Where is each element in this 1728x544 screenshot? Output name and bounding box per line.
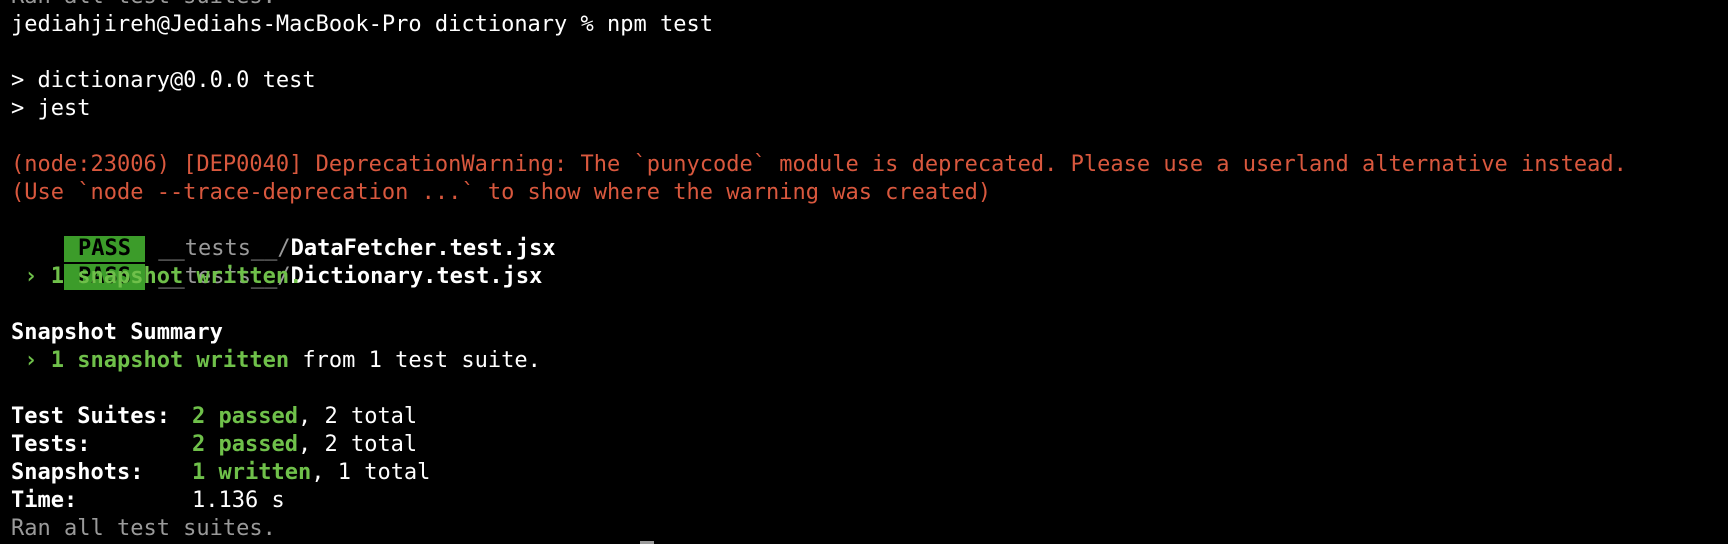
terminal-output[interactable]: Ran all test suites. jediahjireh@Jediahs…: [11, 0, 1728, 544]
stat-label: Time:: [11, 488, 78, 513]
stat-tests: Tests: 2 passed, 2 total: [11, 431, 1728, 459]
snapshot-summary-line: › 1 snapshot written from 1 test suite.: [11, 347, 1728, 375]
test-file: DataFetcher.test.jsx: [290, 236, 556, 261]
deprecation-hint: (Use `node --trace-deprecation ...` to s…: [11, 180, 992, 205]
deprecation-warning: (node:23006) [DEP0040] DeprecationWarnin…: [11, 152, 1627, 177]
pass-badge: PASS: [63, 236, 145, 262]
stat-label: Snapshots:: [11, 460, 144, 485]
stat-passed: 2 passed: [192, 432, 298, 457]
stat-total: , 1 total: [311, 460, 431, 485]
stat-time-value: 1.136 s: [192, 488, 285, 513]
stat-time: Time: 1.136 s: [11, 487, 1728, 515]
npm-script-line: > dictionary@0.0.0 test: [11, 68, 316, 93]
test-result-row: PASS __tests__/DataFetcher.test.jsx: [11, 207, 1728, 262]
stat-total: , 2 total: [297, 404, 418, 429]
test-dir: __tests__/: [158, 236, 291, 261]
stat-total: , 2 total: [297, 432, 418, 457]
stat-passed: 2 passed: [192, 404, 298, 429]
stat-snapshots: Snapshots: 1 written, 1 total: [11, 459, 1728, 487]
snapshot-summary-count: › 1 snapshot written: [11, 348, 290, 373]
stat-label: Tests:: [11, 432, 91, 457]
npm-script-command: > jest: [11, 96, 91, 121]
snapshot-summary-rest: from 1 test suite.: [289, 348, 541, 373]
stat-test-suites: Test Suites: 2 passed, 2 total: [11, 403, 1728, 431]
previous-output-line: Ran all test suites.: [11, 0, 1728, 11]
snapshot-written-note: › 1 snapshot written.: [11, 264, 303, 289]
stat-written: 1 written: [192, 460, 312, 485]
ran-all-line: Ran all test suites.: [11, 516, 276, 541]
command-prompt: jediahjireh@Jediahs-MacBook-Pro dictiona…: [11, 12, 713, 37]
test-file: Dictionary.test.jsx: [290, 264, 543, 289]
snapshot-summary-title: Snapshot Summary: [11, 320, 223, 345]
stat-label: Test Suites:: [11, 404, 170, 429]
